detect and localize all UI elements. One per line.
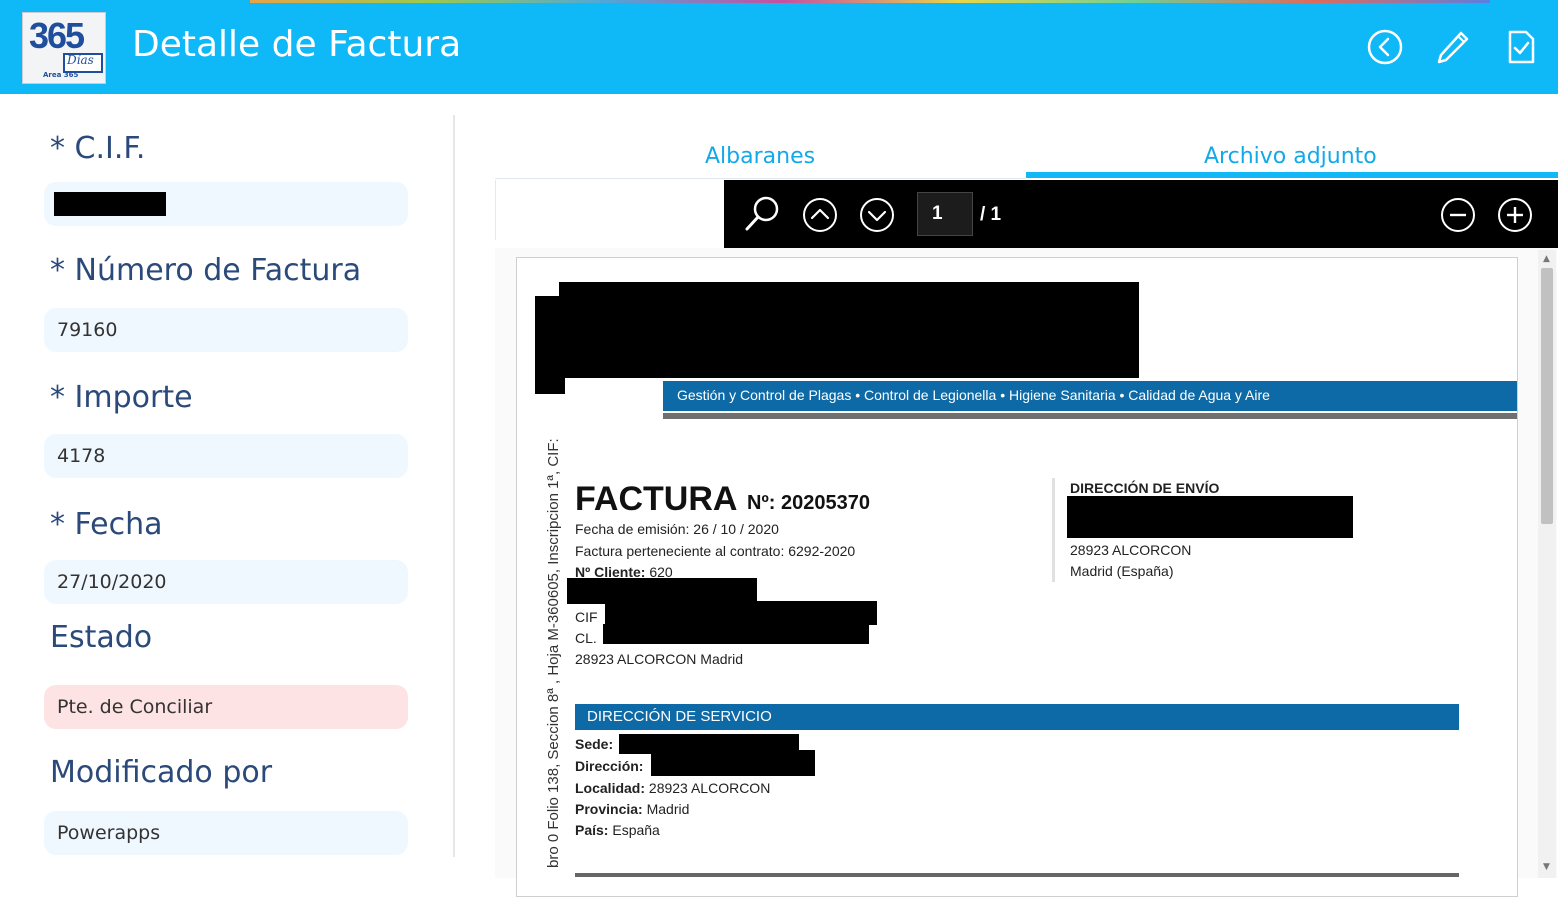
previous-page-button[interactable] [802, 197, 838, 237]
zoom-in-button[interactable] [1497, 197, 1533, 237]
pdf-scroll-thumb[interactable] [1541, 268, 1553, 524]
fecha-field[interactable]: 27/10/2020 [44, 560, 408, 604]
modificado-por-label: Modificado por [50, 755, 273, 790]
logo-number: 365 [29, 15, 85, 56]
doc-sede-label: Sede: [575, 736, 614, 752]
doc-envio-region: Madrid (España) [1070, 563, 1174, 579]
tab-archivo-adjunto[interactable]: Archivo adjunto [1204, 144, 1377, 169]
redacted-company-header [559, 282, 1139, 378]
doc-invoice-number: Nº: 20205370 [747, 492, 870, 514]
modificado-por-field: Powerapps [44, 811, 408, 855]
doc-cif-label: CIF [575, 609, 598, 625]
doc-side-text: bro 0 Folio 138, Seccion 8ª , Hoja M-360… [545, 438, 562, 868]
doc-servicio-band: DIRECCIÓN DE SERVICIO [575, 704, 1459, 730]
back-button[interactable] [1366, 28, 1404, 66]
active-tab-indicator [1026, 172, 1558, 178]
chevron-left-circle-icon [1367, 29, 1403, 65]
importe-field[interactable]: 4178 [44, 434, 408, 478]
page-total: / 1 [980, 204, 1002, 225]
doc-contrato: Factura perteneciente al contrato: 6292-… [575, 543, 856, 559]
doc-localidad-value: 28923 ALCORCON [648, 780, 771, 796]
header-accent-strip [250, 0, 1490, 3]
pencil-icon [1437, 31, 1469, 64]
importe-label: * Importe [50, 380, 193, 415]
pdf-toolbar: 1 / 1 [724, 180, 1558, 248]
doc-pais-value: España [612, 822, 660, 838]
search-icon [745, 196, 779, 231]
submit-button[interactable] [1502, 28, 1540, 66]
cif-field[interactable] [44, 182, 408, 226]
cif-label: * C.I.F. [50, 131, 146, 166]
doc-envio-city: 28923 ALCORCON [1070, 542, 1192, 558]
zoom-out-icon [1441, 198, 1475, 232]
doc-localidad-label: Localidad: [575, 780, 646, 796]
estado-field: Pte. de Conciliar [44, 685, 408, 729]
check-document-icon [1508, 30, 1535, 64]
logo-word: Días [67, 53, 94, 67]
doc-pais-label: País: [575, 822, 609, 838]
doc-direccion-label: Dirección: [575, 758, 644, 774]
logo-area: Area 365 [43, 71, 79, 79]
doc-envio-title: DIRECCIÓN DE ENVÍO [1070, 480, 1220, 496]
page-title: Detalle de Factura [132, 24, 462, 65]
doc-services-band: Gestión y Control de Plagas • Control de… [663, 381, 1517, 411]
doc-provincia-value: Madrid [646, 801, 690, 817]
zoom-out-button[interactable] [1440, 197, 1476, 237]
next-page-button[interactable] [859, 197, 895, 237]
doc-cl-label: CL. [575, 630, 597, 646]
redacted-value [54, 192, 166, 216]
fecha-label: * Fecha [50, 507, 163, 542]
tab-albaranes[interactable]: Albaranes [705, 144, 815, 169]
chevron-down-circle-icon [860, 198, 894, 232]
edit-button[interactable] [1434, 28, 1472, 66]
scroll-down-arrow-icon[interactable]: ▼ [1543, 862, 1550, 872]
pdf-page: bro 0 Folio 138, Seccion 8ª , Hoja M-360… [516, 257, 1518, 897]
doc-title: FACTURA [575, 480, 738, 518]
search-button[interactable] [742, 194, 782, 238]
numero-factura-label: * Número de Factura [50, 253, 362, 288]
zoom-in-icon [1498, 198, 1532, 232]
doc-client-city: 28923 ALCORCON Madrid [575, 651, 744, 667]
estado-label: Estado [50, 620, 153, 655]
scroll-up-arrow-icon[interactable]: ▲ [1543, 254, 1550, 264]
page-number-input[interactable]: 1 [917, 192, 973, 236]
numero-factura-field[interactable]: 79160 [44, 308, 408, 352]
chevron-up-circle-icon [803, 198, 837, 232]
doc-provincia-label: Provincia: [575, 801, 643, 817]
panel-divider [453, 115, 455, 857]
doc-emision: Fecha de emisión: 26 / 10 / 2020 [575, 521, 779, 537]
app-logo: 365 Días Area 365 [22, 12, 106, 84]
